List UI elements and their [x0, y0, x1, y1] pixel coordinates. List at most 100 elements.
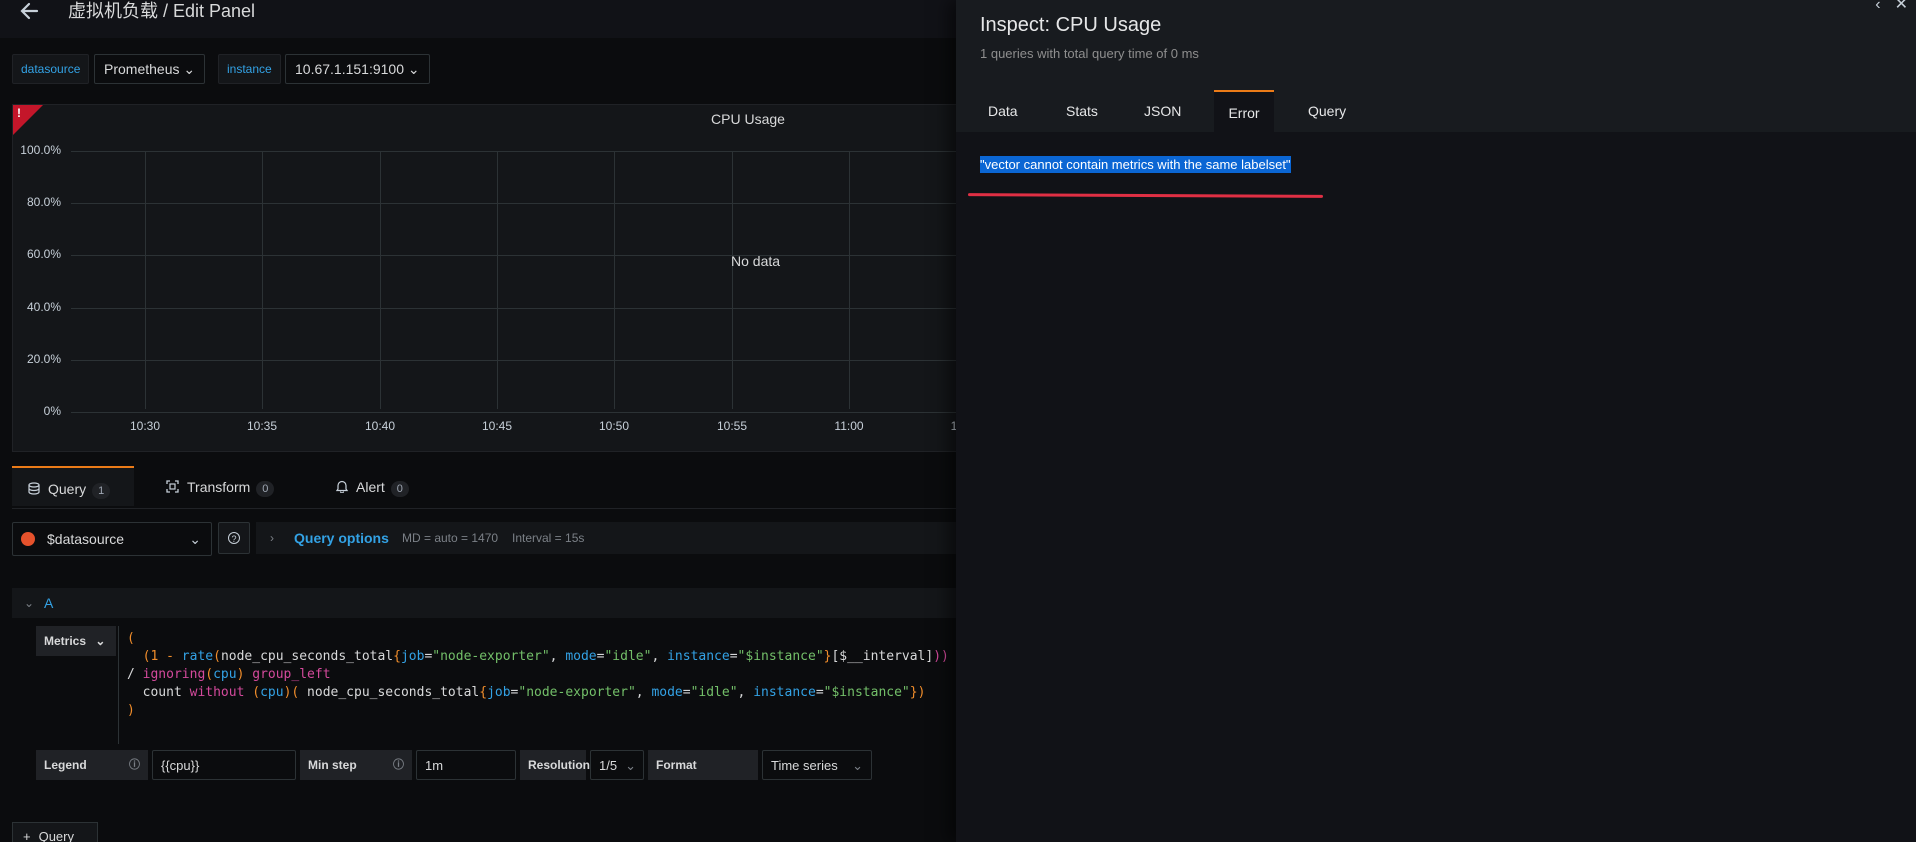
min-step-label-text: Min step	[308, 758, 357, 772]
min-step-input[interactable]: 1m	[416, 750, 516, 780]
legend-label-text: Legend	[44, 758, 87, 772]
x-tick-label: 11:00	[834, 419, 864, 433]
tab-query[interactable]: Query	[1308, 90, 1346, 132]
x-tick-label: 10:50	[598, 419, 630, 433]
drawer-title: Inspect: CPU Usage	[980, 14, 1162, 36]
query-ref-id[interactable]: A	[44, 588, 53, 618]
grid-line	[614, 151, 615, 409]
grid-line	[71, 412, 956, 413]
code-line: / ignoring(cpu) group_left	[127, 667, 331, 682]
resolution-select[interactable]: 1/5 ⌄	[590, 750, 644, 780]
datasource-picker-value: $datasource	[47, 531, 125, 547]
inspect-body: "vector cannot contain metrics with the …	[956, 132, 1916, 842]
annotation-underline	[967, 193, 1324, 198]
grid-line	[262, 151, 263, 409]
drawer-subtitle: 1 queries with total query time of 0 ms	[980, 46, 1199, 61]
x-tick-label: 10:45	[481, 419, 513, 433]
transform-count-badge: 0	[256, 481, 275, 497]
grid-line	[71, 203, 956, 204]
x-tick-label: 1	[950, 419, 956, 433]
code-line: (1 - rate(node_cpu_seconds_total{job="no…	[142, 649, 949, 664]
graph-panel: ! CPU Usage 100.0% 80.0% 60.0% 40.0% 20.…	[12, 104, 956, 452]
variable-label-datasource: datasource	[12, 54, 90, 84]
query-options-bar[interactable]: › Query options MD = auto = 1470 Interva…	[256, 522, 956, 554]
transform-icon	[166, 467, 179, 509]
tab-transform-label: Transform	[187, 479, 251, 495]
page-title: 虚拟机负载 / Edit Panel	[68, 1, 256, 21]
plus-icon: +	[23, 829, 31, 842]
tab-data[interactable]: Data	[988, 90, 1018, 132]
x-tick-label: 10:35	[246, 419, 278, 433]
chevron-right-icon: ›	[270, 531, 274, 545]
y-tick-label: 100.0%	[20, 143, 61, 157]
tab-json[interactable]: JSON	[1144, 90, 1181, 132]
query-count-badge: 1	[92, 483, 111, 499]
back-arrow-icon[interactable]	[18, 0, 40, 22]
panel-editor: 虚拟机负载 / Edit Panel datasource Prometheus…	[0, 0, 956, 842]
x-tick-label: 10:40	[364, 419, 396, 433]
grid-line	[145, 151, 146, 409]
grid-line	[71, 360, 956, 361]
tab-query[interactable]: Query 1	[12, 466, 134, 506]
tab-alert[interactable]: Alert 0	[335, 466, 409, 509]
datasource-picker[interactable]: $datasource ⌄	[12, 522, 212, 556]
y-tick-label: 40.0%	[26, 300, 61, 314]
tab-transform[interactable]: Transform 0	[166, 466, 275, 509]
inspect-drawer: ‹ ✕ Inspect: CPU Usage 1 queries with tot…	[956, 0, 1916, 842]
format-label: Format	[648, 750, 758, 780]
add-query-button[interactable]: + Query	[12, 822, 98, 842]
info-icon[interactable]: ⓘ	[393, 750, 404, 780]
chevron-down-icon: ⌄	[189, 531, 201, 547]
no-data-message: No data	[731, 253, 781, 269]
grid-line	[732, 151, 733, 409]
prometheus-icon	[21, 532, 35, 546]
error-message[interactable]: "vector cannot contain metrics with the …	[980, 156, 1291, 173]
chevron-down-icon: ⌄	[852, 758, 863, 773]
bell-icon	[335, 467, 349, 509]
help-button[interactable]: ?	[218, 522, 250, 554]
add-query-label: Query	[38, 829, 74, 842]
variable-select-datasource[interactable]: Prometheus ⌄	[94, 54, 206, 84]
query-options-interval: Interval = 15s	[512, 531, 585, 545]
min-step-label: Min step ⓘ	[300, 750, 412, 780]
query-options-label: Query options	[294, 530, 389, 546]
tab-error[interactable]: Error	[1214, 90, 1274, 132]
close-icon[interactable]: ✕	[1895, 0, 1908, 13]
legend-input[interactable]: {{cpu}}	[152, 750, 296, 780]
chevron-down-icon: ⌄	[95, 634, 106, 648]
metrics-query-editor[interactable]: ( (1 - rate(node_cpu_seconds_total{job="…	[118, 626, 956, 744]
expand-icon[interactable]: ‹	[1875, 0, 1880, 13]
resolution-label: Resolution	[520, 750, 590, 780]
format-select[interactable]: Time series ⌄	[762, 750, 872, 780]
drawer-controls: ‹ ✕	[1875, 0, 1908, 14]
format-value: Time series	[771, 758, 838, 773]
x-tick-label: 10:55	[716, 419, 748, 433]
y-tick-label: 20.0%	[26, 352, 61, 366]
grid-line	[71, 308, 956, 309]
x-tick-label: 10:30	[129, 419, 161, 433]
resolution-value: 1/5	[599, 758, 618, 773]
panel-title[interactable]: CPU Usage	[13, 111, 956, 127]
code-line: (	[127, 631, 135, 646]
grid-line	[380, 151, 381, 409]
editor-tabs: Query 1 Transform 0 Alert 0	[12, 466, 956, 509]
question-circle-icon: ?	[228, 532, 240, 544]
tab-stats[interactable]: Stats	[1066, 90, 1098, 132]
info-icon[interactable]: ⓘ	[129, 750, 140, 780]
code-line: count without (cpu)( node_cpu_seconds_to…	[127, 685, 926, 700]
grid-line	[849, 151, 850, 409]
grid-line	[71, 255, 956, 256]
alert-count-badge: 0	[390, 481, 409, 497]
variable-select-instance[interactable]: 10.67.1.151:9100 ⌄	[285, 54, 430, 84]
editor-header: 虚拟机负载 / Edit Panel	[0, 0, 956, 38]
metrics-label[interactable]: Metrics ⌄	[36, 626, 116, 656]
database-icon	[28, 469, 40, 511]
code-line: )	[127, 703, 135, 718]
metrics-label-text: Metrics	[44, 634, 87, 648]
chevron-down-icon: ⌄	[24, 596, 35, 610]
query-row-header[interactable]: ⌄ A	[12, 588, 956, 618]
y-tick-label: 0%	[43, 404, 61, 418]
chevron-down-icon: ⌄	[625, 758, 636, 773]
query-options-md: MD = auto = 1470	[402, 531, 499, 545]
y-tick-label: 60.0%	[26, 247, 61, 261]
